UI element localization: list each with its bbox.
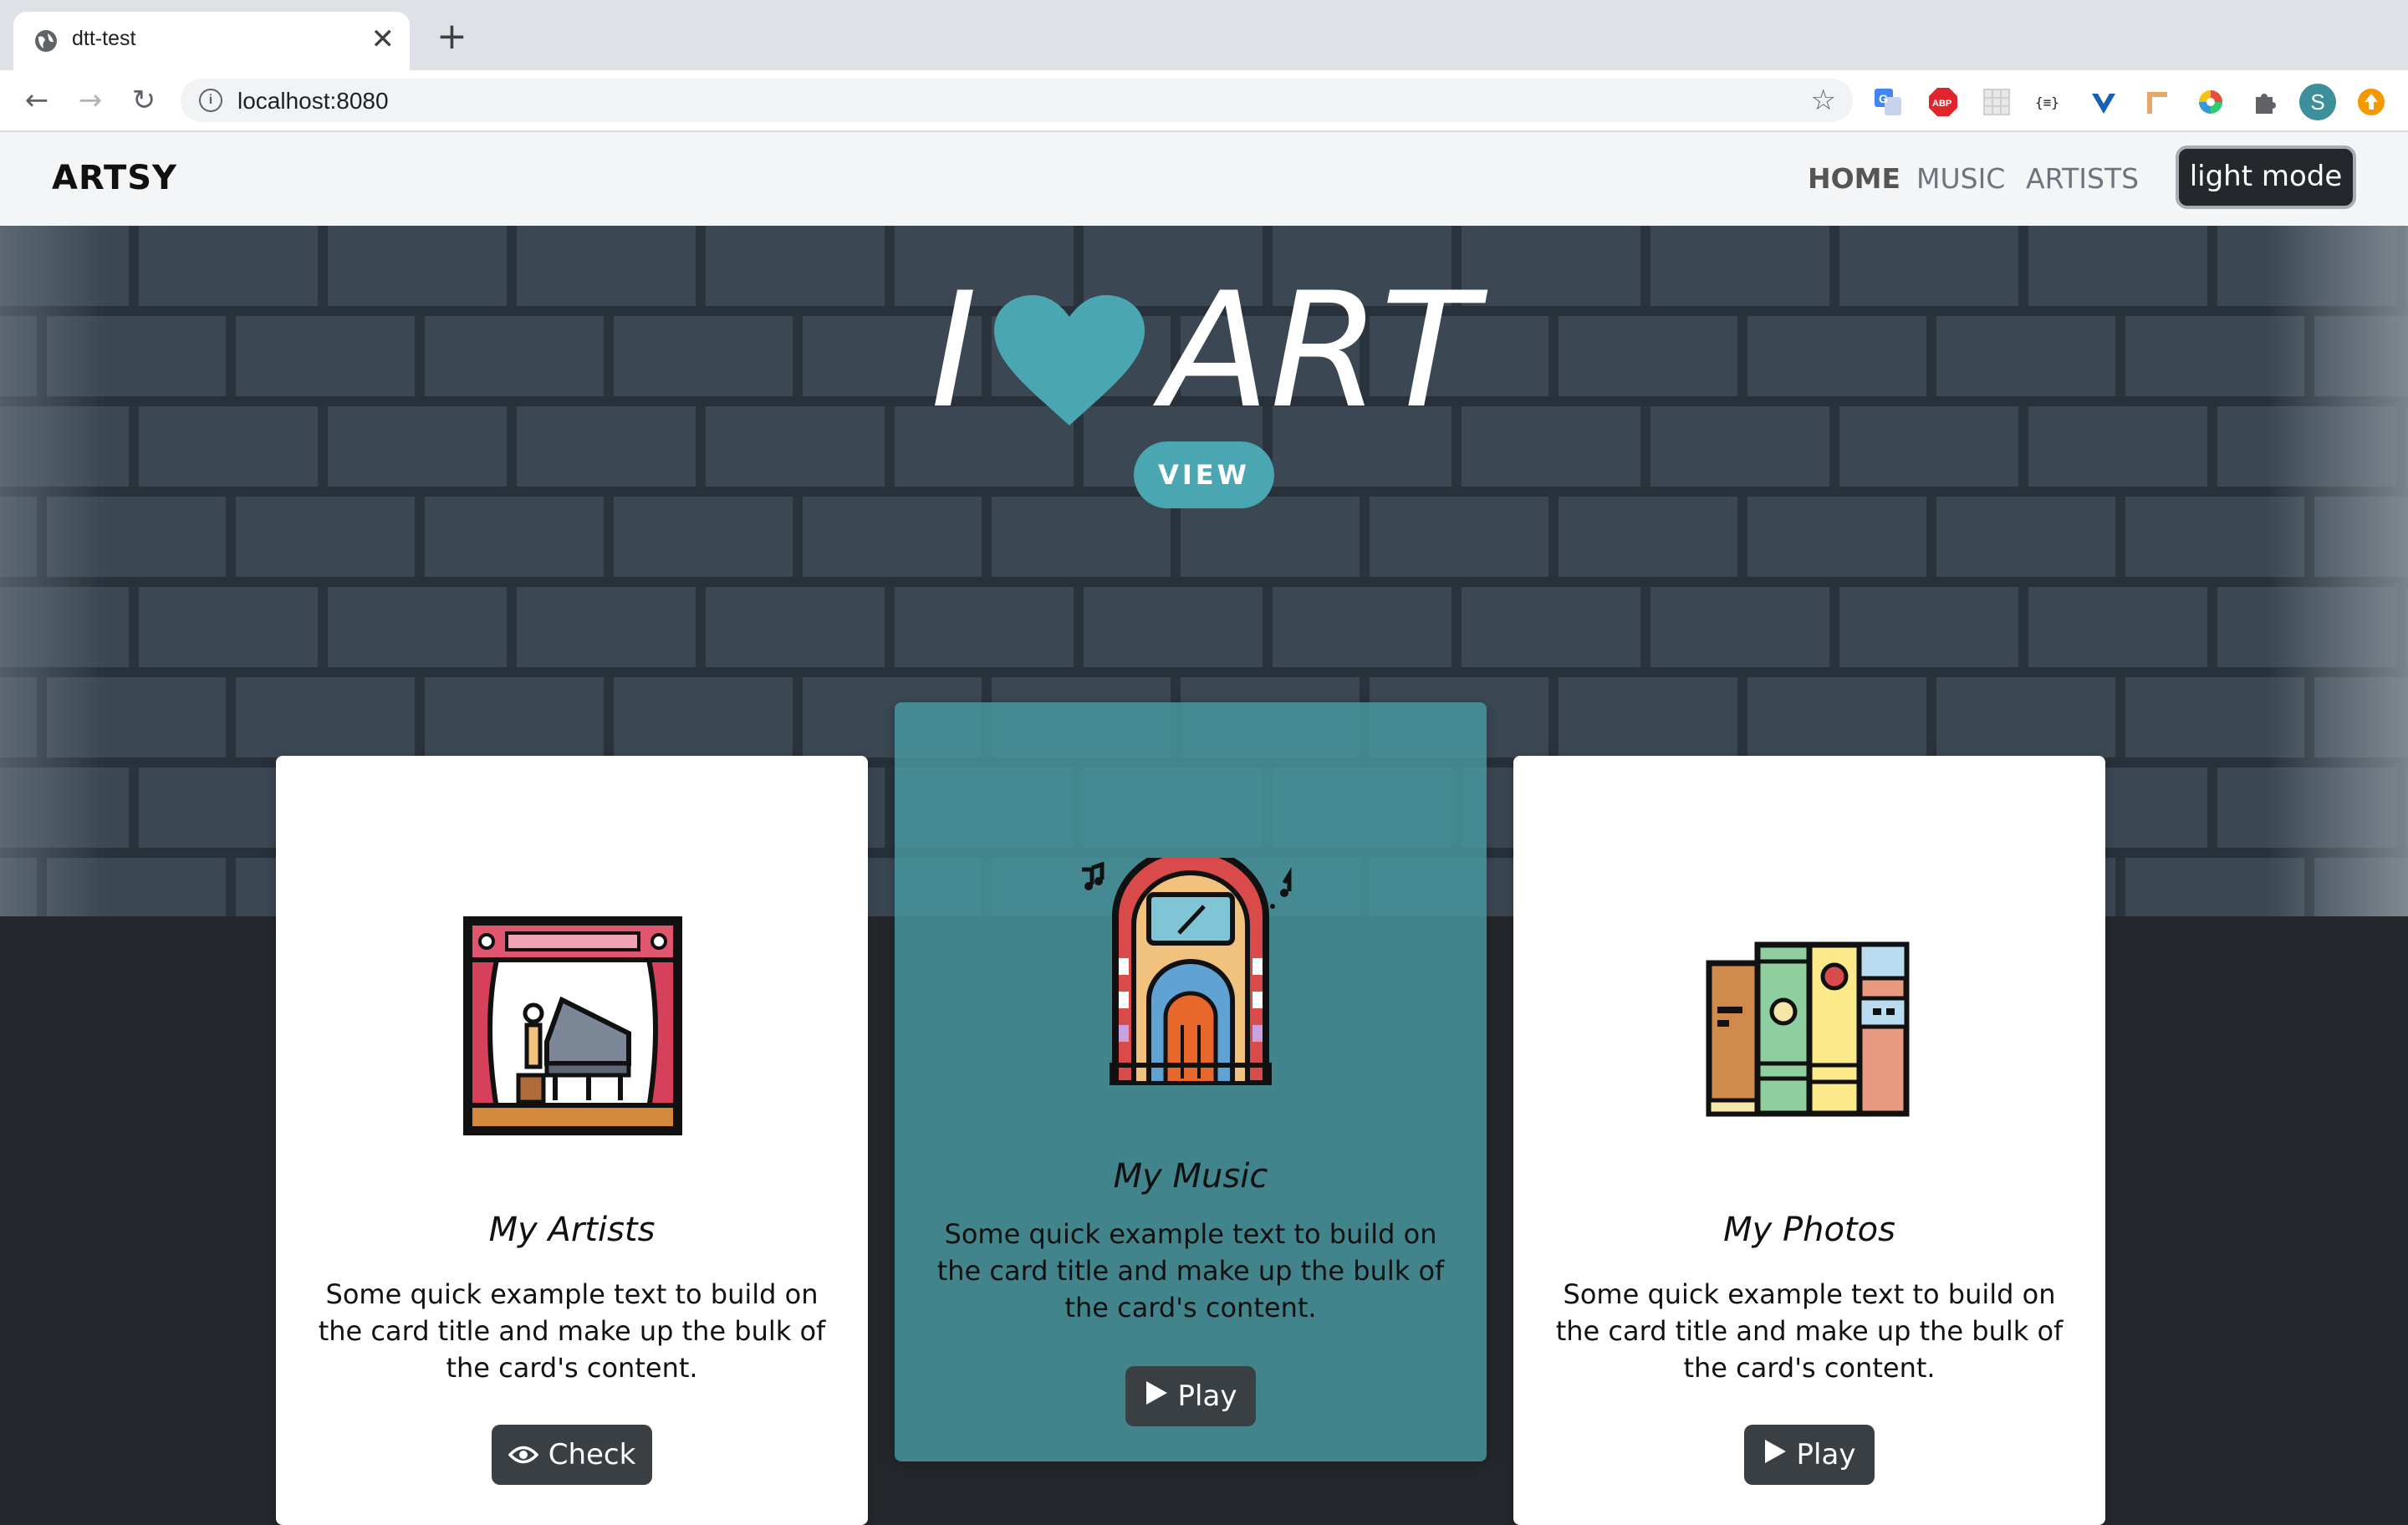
- site-info-icon[interactable]: i: [199, 89, 222, 112]
- card-my-photos: My Photos Some quick example text to bui…: [1513, 756, 2105, 1525]
- back-icon[interactable]: ←: [18, 82, 55, 119]
- tab-close-icon[interactable]: ✕: [371, 25, 395, 54]
- abp-label: ABP: [1932, 99, 1951, 109]
- browser-tab[interactable]: dtt-test ✕: [13, 12, 410, 70]
- card-title: My Photos: [1723, 1211, 1895, 1249]
- new-tab-button[interactable]: +: [436, 18, 467, 55]
- vue-devtools-icon[interactable]: [2089, 87, 2119, 117]
- card-title: My Artists: [488, 1211, 656, 1249]
- site-navbar: ARTSY HOME MUSIC ARTISTS light mode: [0, 132, 2408, 226]
- brand-logo[interactable]: ARTSY: [52, 159, 177, 197]
- play-button-label: Play: [1796, 1438, 1856, 1471]
- light-mode-button[interactable]: light mode: [2176, 145, 2356, 209]
- check-button-label: Check: [548, 1438, 636, 1471]
- card-text: Some quick example text to build on the …: [936, 1218, 1445, 1324]
- json-extension-icon[interactable]: {≡}: [2033, 87, 2064, 117]
- hero-title: I ART: [0, 259, 2408, 443]
- color-picker-extension-icon[interactable]: [2196, 87, 2226, 117]
- adblock-extension-icon[interactable]: ABP: [1928, 87, 1958, 117]
- card-text: Some quick example text to build on the …: [1555, 1278, 2064, 1384]
- card-my-music: My Music Some quick example text to buil…: [895, 702, 1487, 1461]
- hero-title-left: I: [930, 258, 977, 443]
- extensions-puzzle-icon[interactable]: [2249, 87, 2279, 117]
- jukebox-icon: [1082, 858, 1292, 1085]
- forward-icon[interactable]: →: [72, 82, 109, 119]
- update-icon[interactable]: [2356, 87, 2386, 117]
- nav-artists[interactable]: ARTISTS: [2026, 162, 2139, 195]
- play-button[interactable]: Play: [1125, 1366, 1256, 1426]
- nav-home[interactable]: HOME: [1808, 162, 1900, 195]
- address-bar[interactable]: i localhost:8080 ☆: [181, 79, 1853, 122]
- measure-extension-icon[interactable]: [2142, 87, 2172, 117]
- card-my-artists: My Artists Some quick example text to bu…: [276, 756, 868, 1525]
- hero-title-right: ART: [1161, 258, 1478, 443]
- svg-text:G: G: [1879, 92, 1888, 105]
- eye-icon: [508, 1446, 538, 1464]
- nav-music[interactable]: MUSIC: [1916, 162, 2005, 195]
- play-icon: [1145, 1381, 1167, 1405]
- heart-icon: [993, 294, 1145, 426]
- url-text[interactable]: localhost:8080: [237, 88, 389, 115]
- play-button-label: Play: [1177, 1380, 1237, 1413]
- check-button[interactable]: Check: [492, 1425, 652, 1485]
- tab-title: dtt-test: [72, 27, 136, 50]
- globe-icon: [35, 30, 57, 52]
- reload-icon[interactable]: ↻: [125, 82, 162, 119]
- translate-extension-icon[interactable]: G: [1873, 87, 1903, 117]
- card-text: Some quick example text to build on the …: [318, 1278, 826, 1384]
- profile-avatar[interactable]: S: [2299, 84, 2336, 120]
- view-button[interactable]: VIEW: [1134, 441, 1274, 508]
- card-title: My Music: [1113, 1157, 1268, 1196]
- browser-tabstrip: dtt-test ✕ +: [0, 0, 2408, 70]
- play-icon: [1764, 1440, 1786, 1463]
- svg-text:{≡}: {≡}: [2035, 94, 2059, 110]
- books-icon: [1706, 941, 1910, 1117]
- theater-piano-icon: [463, 916, 682, 1135]
- bookmark-star-icon[interactable]: ☆: [1811, 84, 1836, 117]
- play-button[interactable]: Play: [1744, 1425, 1875, 1485]
- grid-extension-icon[interactable]: [1982, 87, 2012, 117]
